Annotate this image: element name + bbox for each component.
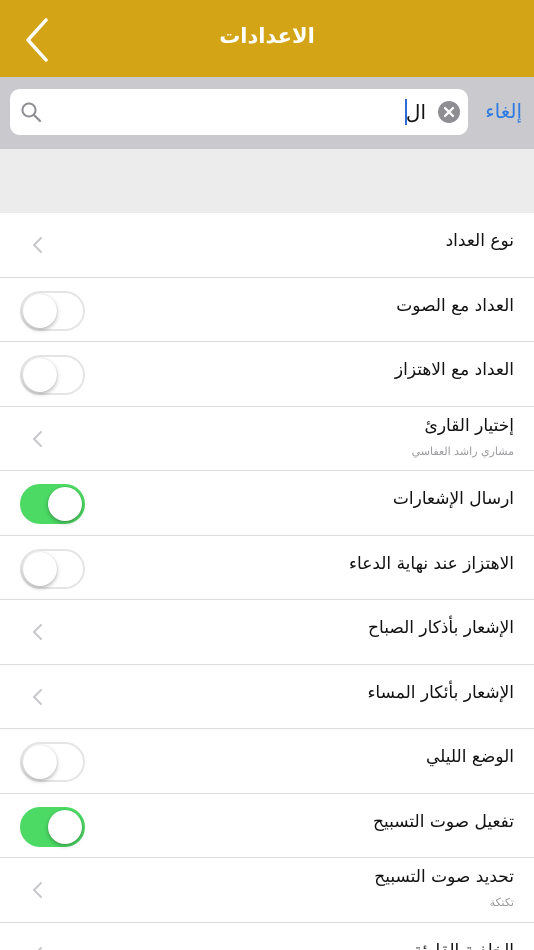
- chevron-left-icon: [30, 880, 44, 900]
- toggle-knob: [23, 358, 57, 392]
- settings-row[interactable]: الاهتزاز عند نهاية الدعاء: [0, 535, 534, 600]
- toggle-switch[interactable]: [20, 742, 85, 782]
- chevron-left-icon: [30, 429, 44, 449]
- section-header: [0, 149, 534, 213]
- settings-row-title: العداد مع الاهتزاز: [394, 360, 514, 380]
- settings-row[interactable]: العداد مع الصوت: [0, 277, 534, 342]
- toggle-knob: [23, 293, 57, 328]
- toggle-switch[interactable]: [20, 548, 85, 589]
- settings-row[interactable]: تحديد صوت التسبيح تكتكة: [0, 858, 534, 923]
- settings-row[interactable]: الخلفية القارئة: [0, 922, 534, 950]
- settings-row[interactable]: ارسال الإشعارات: [0, 471, 534, 536]
- settings-row[interactable]: الإشعار بأئكار المساء: [0, 664, 534, 729]
- toggle-knob: [48, 487, 82, 521]
- toggle-switch[interactable]: [20, 484, 85, 524]
- settings-row[interactable]: الإشعار بأذكار الصباح: [0, 600, 534, 665]
- settings-row-title: الإشعار بأذكار الصباح: [368, 618, 514, 638]
- settings-row[interactable]: تفعيل صوت التسبيح: [0, 793, 534, 858]
- settings-row[interactable]: نوع العداد: [0, 213, 534, 278]
- settings-row-title: ارسال الإشعارات: [392, 489, 514, 509]
- page-title: الاعدادات: [219, 24, 315, 48]
- toggle-switch[interactable]: [20, 806, 85, 847]
- settings-row[interactable]: الوضع الليلي: [0, 729, 534, 794]
- clear-icon[interactable]: [438, 101, 460, 123]
- settings-row-title: الإشعار بأئكار المساء: [367, 682, 514, 703]
- toggle-knob: [23, 745, 57, 779]
- chevron-left-icon: [30, 235, 44, 255]
- cancel-button[interactable]: إلغاء: [485, 99, 522, 123]
- settings-row-title: العداد مع الصوت: [396, 295, 514, 316]
- search-input-value: ال: [405, 100, 426, 124]
- nav-bar: الاعدادات: [0, 0, 534, 77]
- toggle-switch[interactable]: [20, 290, 85, 331]
- toggle-knob: [23, 551, 57, 586]
- settings-row-title: تحديد صوت التسبيح: [374, 867, 514, 887]
- settings-row-title: نوع العداد: [445, 231, 514, 251]
- settings-row-subtitle: تكتكة: [489, 896, 514, 909]
- search-bar: ال إلغاء: [0, 77, 534, 149]
- settings-row[interactable]: العداد مع الاهتزاز: [0, 342, 534, 407]
- settings-row-title: الاهتزاز عند نهاية الدعاء: [349, 553, 514, 574]
- chevron-left-icon: [30, 687, 44, 707]
- settings-screen: الاعدادات ال إلغاء نوع العداد العداد مع ا…: [0, 0, 534, 950]
- settings-row-title: الوضع الليلي: [425, 747, 514, 767]
- settings-row-title: الخلفية القارئة: [414, 941, 515, 950]
- toggle-knob: [48, 809, 82, 844]
- search-input[interactable]: ال: [10, 89, 468, 135]
- chevron-left-icon: [30, 622, 44, 642]
- settings-row-title: تفعيل صوت التسبيح: [373, 811, 514, 832]
- settings-row-title: إختيار القارئ: [424, 415, 514, 436]
- settings-row[interactable]: إختيار القارئ مشاري راشد العفاسي: [0, 406, 534, 471]
- settings-row-subtitle: مشاري راشد العفاسي: [411, 444, 514, 458]
- search-icon: [20, 101, 42, 123]
- toggle-switch[interactable]: [20, 355, 85, 395]
- chevron-left-icon: [30, 945, 44, 950]
- settings-list: نوع العداد العداد مع الصوت العداد مع الاهت…: [0, 213, 534, 950]
